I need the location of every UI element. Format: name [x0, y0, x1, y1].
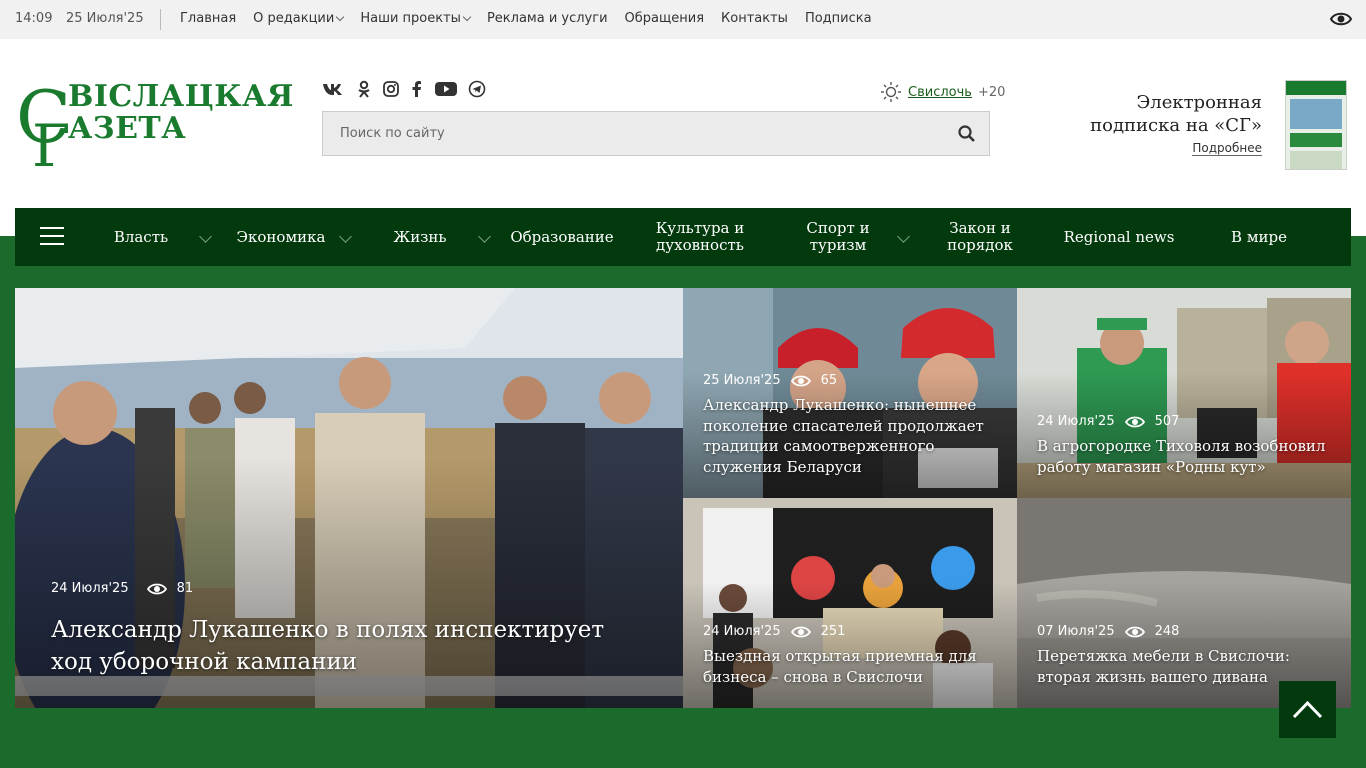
news-date: 07 Июля'25 [1037, 624, 1115, 639]
news-card[interactable]: 07 Июля'25 248 Перетяжка мебели в Свисло… [1017, 498, 1351, 708]
news-date: 25 Июля'25 [703, 373, 781, 388]
chevron-down-icon[interactable] [897, 230, 910, 243]
youtube-icon[interactable] [434, 80, 458, 98]
sun-icon [881, 82, 901, 102]
news-card[interactable]: 24 Июля'25 507 В агрогородке Тиховоля во… [1017, 288, 1351, 498]
views-eye-icon [790, 626, 811, 637]
odnoklassniki-icon[interactable] [356, 80, 372, 98]
nav-item-sport[interactable]: Спорт и туризм [795, 208, 881, 266]
current-time: 14:09 [15, 11, 53, 26]
hamburger-menu-icon[interactable] [40, 227, 64, 245]
news-title[interactable]: Выездная открытая приемная для бизнеса –… [703, 646, 1003, 687]
news-card[interactable]: 24 Июля'25 251 Выездная открытая приемна… [683, 498, 1017, 708]
newspaper-cover-image[interactable] [1285, 80, 1347, 170]
nav-item-economy[interactable]: Экономика [233, 208, 329, 266]
social-links [322, 80, 486, 98]
nav-item-culture[interactable]: Культура и духовность [645, 208, 755, 266]
chevron-up-icon [1292, 700, 1323, 719]
views-eye-icon [1124, 416, 1145, 427]
top-bar: 14:09 25 Июля'25 Главная О редакции Наши… [0, 0, 1366, 39]
divider [160, 9, 161, 30]
news-views: 248 [1154, 624, 1180, 639]
news-views: 251 [820, 624, 846, 639]
news-meta: 24 Июля'25 251 [703, 624, 845, 639]
svg-text:АЗЕТА: АЗЕТА [68, 111, 186, 146]
news-date: 24 Июля'25 [703, 624, 781, 639]
facebook-icon[interactable] [410, 80, 424, 98]
promo-line-1: Электронная [1136, 92, 1262, 113]
top-menu-ads[interactable]: Реклама и услуги [487, 11, 608, 26]
svg-text:Г: Г [32, 112, 70, 168]
site-logo[interactable]: С Г ВІСЛАЦКАЯ АЗЕТА [18, 80, 293, 168]
promo-more-link[interactable]: Подробнее [1192, 141, 1262, 156]
news-meta: 24 Июля'25 507 [1037, 414, 1179, 429]
svg-text:ВІСЛАЦКАЯ: ВІСЛАЦКАЯ [68, 80, 293, 114]
news-title[interactable]: Александр Лукашенко: нынешнее поколение … [703, 395, 1003, 477]
views-eye-icon [790, 375, 811, 386]
chevron-down-icon[interactable] [199, 230, 212, 243]
promo-line-2: подписка на «СГ» [1090, 115, 1262, 136]
views-eye-icon [1124, 626, 1145, 637]
scroll-to-top-button[interactable] [1279, 681, 1336, 738]
news-title[interactable]: В агрогородке Тиховоля возобновил работу… [1037, 436, 1342, 477]
top-menu-home[interactable]: Главная [180, 11, 236, 26]
chevron-down-icon[interactable] [339, 230, 352, 243]
vk-icon[interactable] [322, 80, 346, 98]
nav-item-regional-news[interactable]: Regional news [1061, 208, 1177, 266]
news-card-featured[interactable]: 24 Июля'25 81 Александр Лукашенко в поля… [15, 288, 683, 708]
top-menu: Главная О редакции Наши проекты Реклама … [180, 11, 889, 26]
news-views: 81 [176, 581, 194, 596]
main-navigation: Власть Экономика Жизнь Образование Культ… [15, 208, 1351, 266]
news-date: 24 Июля'25 [1037, 414, 1115, 429]
search-input[interactable] [323, 112, 943, 155]
news-meta: 24 Июля'25 81 [51, 581, 193, 596]
accessibility-eye-icon[interactable] [1330, 10, 1352, 28]
news-meta: 25 Июля'25 65 [703, 373, 837, 388]
news-meta: 07 Июля'25 248 [1037, 624, 1179, 639]
news-views: 65 [820, 373, 838, 388]
top-menu-appeals[interactable]: Обращения [625, 11, 704, 26]
weather-widget: Свислочь +20 [880, 81, 1005, 103]
weather-temperature: +20 [977, 84, 1006, 100]
nav-item-world[interactable]: В мире [1215, 208, 1303, 266]
news-card[interactable]: 25 Июля'25 65 Александр Лукашенко: нынеш… [683, 288, 1017, 498]
weather-city[interactable]: Свислочь [908, 85, 972, 100]
current-date: 25 Июля'25 [66, 11, 144, 26]
nav-item-power[interactable]: Власть [105, 208, 177, 266]
nav-item-law[interactable]: Закон и порядок [935, 208, 1025, 266]
news-title[interactable]: Александр Лукашенко в полях инспектирует… [51, 614, 651, 678]
views-eye-icon [146, 583, 167, 594]
top-menu-subscription[interactable]: Подписка [805, 11, 872, 26]
search-icon[interactable] [957, 124, 977, 144]
top-menu-contacts[interactable]: Контакты [721, 11, 788, 26]
nav-item-life[interactable]: Жизнь [385, 208, 455, 266]
nav-item-education[interactable]: Образование [507, 208, 617, 266]
news-views: 507 [1154, 414, 1180, 429]
search-box [322, 111, 990, 156]
top-menu-projects[interactable]: Наши проекты [360, 11, 470, 26]
news-date: 24 Июля'25 [51, 581, 129, 596]
top-menu-about[interactable]: О редакции [253, 11, 343, 26]
telegram-icon[interactable] [468, 80, 486, 98]
chevron-down-icon[interactable] [478, 230, 491, 243]
instagram-icon[interactable] [382, 80, 400, 98]
subscription-promo: Электронная подписка на «СГ» Подробнее [1090, 91, 1262, 156]
